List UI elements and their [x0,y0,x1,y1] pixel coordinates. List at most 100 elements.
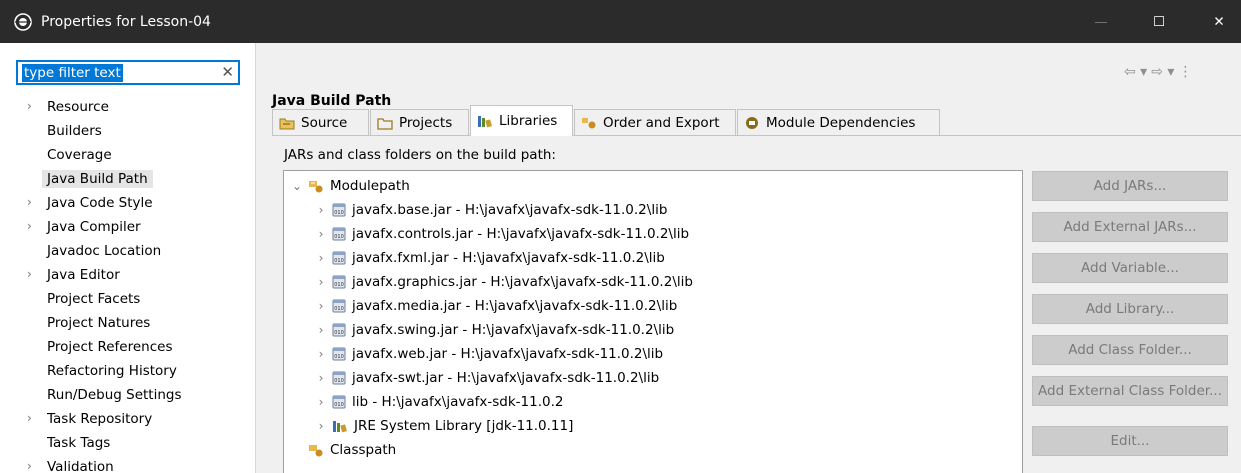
nav-item[interactable]: Project Natures [0,312,256,336]
chevron-right-icon[interactable]: › [314,227,328,241]
nav-item-label: Java Code Style [47,195,153,211]
tab-label: Order and Export [603,114,720,131]
svg-text:010: 010 [334,282,344,288]
tree-entry-label: javafx.web.jar - H:\javafx\javafx-sdk-11… [352,346,664,362]
chevron-right-icon[interactable]: › [314,419,328,433]
svg-text:010: 010 [334,306,344,312]
svg-text:010: 010 [334,234,344,240]
libraries-icon [477,114,493,128]
tree-entry[interactable]: › 010 javafx.web.jar - H:\javafx\javafx-sd… [314,342,664,366]
nav-item[interactable]: Run/Debug Settings [0,384,256,408]
back-arrow-icon[interactable]: ⇦ ▾ [1124,64,1147,80]
jar-icon: 010 [332,274,346,290]
nav-item-label: Java Build Path [42,170,153,188]
tree-entry[interactable]: › JRE System Library [jdk-11.0.11] [314,414,574,438]
nav-item[interactable]: Builders [0,120,256,144]
nav-item[interactable]: › Java Code Style [0,192,256,216]
tree-entry-label: javafx.fxml.jar - H:\javafx\javafx-sdk-1… [352,250,665,266]
nav-item[interactable]: Refactoring History [0,360,256,384]
add-jars-button[interactable]: Add JARs... [1032,171,1228,201]
svg-text:010: 010 [334,402,344,408]
nav-item[interactable]: Project References [0,336,256,360]
chevron-right-icon[interactable]: › [27,219,32,233]
jar-icon: 010 [332,298,346,314]
chevron-right-icon[interactable]: › [27,411,32,425]
chevron-right-icon[interactable]: › [314,299,328,313]
chevron-right-icon[interactable]: › [314,203,328,217]
build-path-tree[interactable]: ⌄ Modulepath › 010 javafx.base.jar - H:\ja… [283,170,1023,473]
nav-item-label: Task Tags [47,435,111,451]
nav-item-label: Refactoring History [47,363,177,379]
tab-module-dependencies[interactable]: Module Dependencies [737,109,940,135]
nav-item[interactable]: › Java Editor [0,264,256,288]
add-class-folder-button[interactable]: Add Class Folder... [1032,335,1228,365]
chevron-right-icon[interactable]: › [27,195,32,209]
tab-order-and-export[interactable]: Order and Export [574,109,736,135]
tree-entry-label: javafx.controls.jar - H:\javafx\javafx-s… [352,226,690,242]
tree-entry-label: javafx-swt.jar - H:\javafx\javafx-sdk-11… [352,370,660,386]
tab-libraries[interactable]: Libraries [470,105,573,136]
chevron-down-icon[interactable]: ⌄ [290,179,304,193]
nav-item[interactable]: Java Build Path [0,168,256,192]
jar-icon: 010 [332,250,346,266]
nav-item[interactable]: › Validation [0,456,256,473]
library-icon [332,419,348,433]
add-external-jars-button[interactable]: Add External JARs... [1032,212,1228,242]
tree-entry[interactable]: › 010 javafx-swt.jar - H:\javafx\javafx-sd… [314,366,660,390]
jar-icon: 010 [332,394,346,410]
filter-field[interactable]: type filter text ✕ [16,60,240,85]
chevron-right-icon[interactable]: › [27,459,32,473]
chevron-right-icon[interactable]: › [314,275,328,289]
tree-entry-label: javafx.base.jar - H:\javafx\javafx-sdk-1… [352,202,668,218]
add-external-class-folder-button[interactable]: Add External Class Folder... [1032,376,1228,406]
svg-text:010: 010 [334,258,344,264]
add-library-button[interactable]: Add Library... [1032,294,1228,324]
nav-item[interactable]: › Resource [0,96,256,120]
nav-item-label: Builders [47,123,102,139]
nav-item-label: Project Natures [47,315,151,331]
window-title: Properties for Lesson-04 [41,13,211,30]
tree-entry[interactable]: › 010 javafx.media.jar - H:\javafx\javafx-… [314,294,678,318]
nav-item-label: Task Repository [47,411,153,427]
filter-input[interactable] [21,64,211,81]
jar-icon: 010 [332,370,346,386]
chevron-right-icon[interactable]: › [27,267,32,281]
edit-button[interactable]: Edit... [1032,426,1228,456]
add-variable-button[interactable]: Add Variable... [1032,253,1228,283]
tree-entry[interactable]: › 010 javafx.graphics.jar - H:\javafx\java… [314,270,693,294]
maximize-button[interactable]: ☐ [1136,0,1182,43]
tree-node-modulepath[interactable]: ⌄ Modulepath [290,174,410,198]
build-path-caption: JARs and class folders on the build path… [284,147,556,163]
tab-label: Projects [399,114,453,131]
tab-source[interactable]: Source [272,109,369,135]
nav-item-label: Java Compiler [47,219,141,235]
chevron-right-icon[interactable]: › [314,251,328,265]
tree-entry[interactable]: › 010 javafx.swing.jar - H:\javafx\javafx-… [314,318,675,342]
chevron-right-icon[interactable]: › [314,371,328,385]
tree-node-classpath[interactable]: Classpath [304,438,396,462]
tree-entry[interactable]: › 010 javafx.base.jar - H:\javafx\javafx-s… [314,198,668,222]
chevron-right-icon[interactable]: › [314,323,328,337]
nav-item[interactable]: Javadoc Location [0,240,256,264]
clear-filter-icon[interactable]: ✕ [221,63,234,81]
source-folder-icon [279,116,295,130]
header-navigation: ⇦ ▾ ⇨ ▾ ⋮ [1124,64,1192,80]
svg-text:010: 010 [334,378,344,384]
nav-item[interactable]: › Task Repository [0,408,256,432]
chevron-right-icon[interactable]: › [314,395,328,409]
nav-item[interactable]: Project Facets [0,288,256,312]
chevron-right-icon[interactable]: › [27,99,32,113]
view-menu-icon[interactable]: ⋮ [1178,64,1192,80]
classpath-icon [308,442,324,458]
tab-projects[interactable]: Projects [370,109,469,135]
chevron-right-icon[interactable]: › [314,347,328,361]
tree-entry[interactable]: › 010 javafx.controls.jar - H:\javafx\java… [314,222,689,246]
tree-entry[interactable]: › 010 lib - H:\javafx\javafx-sdk-11.0.2 [314,390,564,414]
nav-item[interactable]: Task Tags [0,432,256,456]
tree-entry[interactable]: › 010 javafx.fxml.jar - H:\javafx\javafx-s… [314,246,665,270]
nav-item[interactable]: › Java Compiler [0,216,256,240]
close-button[interactable]: ✕ [1196,0,1241,43]
forward-arrow-icon[interactable]: ⇨ ▾ [1151,64,1174,80]
minimize-button[interactable]: — [1078,0,1124,43]
nav-item[interactable]: Coverage [0,144,256,168]
